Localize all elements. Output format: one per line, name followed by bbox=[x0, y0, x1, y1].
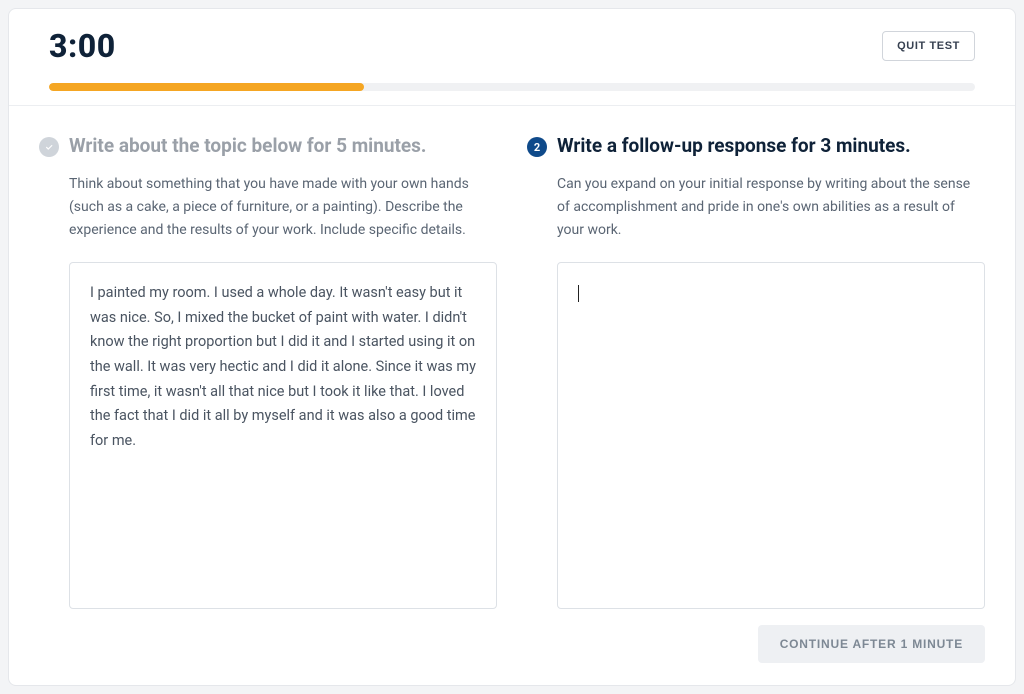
text-cursor-icon bbox=[578, 285, 579, 302]
check-circle-icon bbox=[39, 137, 59, 157]
header: 3:00 QUIT TEST bbox=[9, 9, 1015, 65]
task-1-header: Write about the topic below for 5 minute… bbox=[39, 134, 497, 159]
progress-fill bbox=[49, 83, 364, 91]
task-2-column: 2 Write a follow-up response for 3 minut… bbox=[527, 134, 985, 609]
timer: 3:00 bbox=[49, 27, 116, 65]
step-number-badge: 2 bbox=[527, 137, 547, 157]
task-1-response bbox=[69, 262, 497, 609]
task-1-title: Write about the topic below for 5 minute… bbox=[69, 134, 426, 159]
test-card: 3:00 QUIT TEST Write about the topic bel… bbox=[8, 8, 1016, 686]
task-1-description: Think about something that you have made… bbox=[69, 173, 497, 242]
task-2-description: Can you expand on your initial response … bbox=[557, 173, 985, 242]
task-2-header: 2 Write a follow-up response for 3 minut… bbox=[527, 134, 985, 159]
task-2-title: Write a follow-up response for 3 minutes… bbox=[557, 134, 911, 159]
progress-bar bbox=[9, 65, 1015, 106]
quit-test-button[interactable]: QUIT TEST bbox=[882, 31, 975, 61]
progress-track bbox=[49, 83, 975, 91]
continue-button[interactable]: CONTINUE AFTER 1 MINUTE bbox=[758, 625, 985, 663]
body: Write about the topic below for 5 minute… bbox=[9, 106, 1015, 609]
footer: CONTINUE AFTER 1 MINUTE bbox=[9, 609, 1015, 685]
task-2-input[interactable] bbox=[557, 262, 985, 609]
task-1-column: Write about the topic below for 5 minute… bbox=[39, 134, 497, 609]
